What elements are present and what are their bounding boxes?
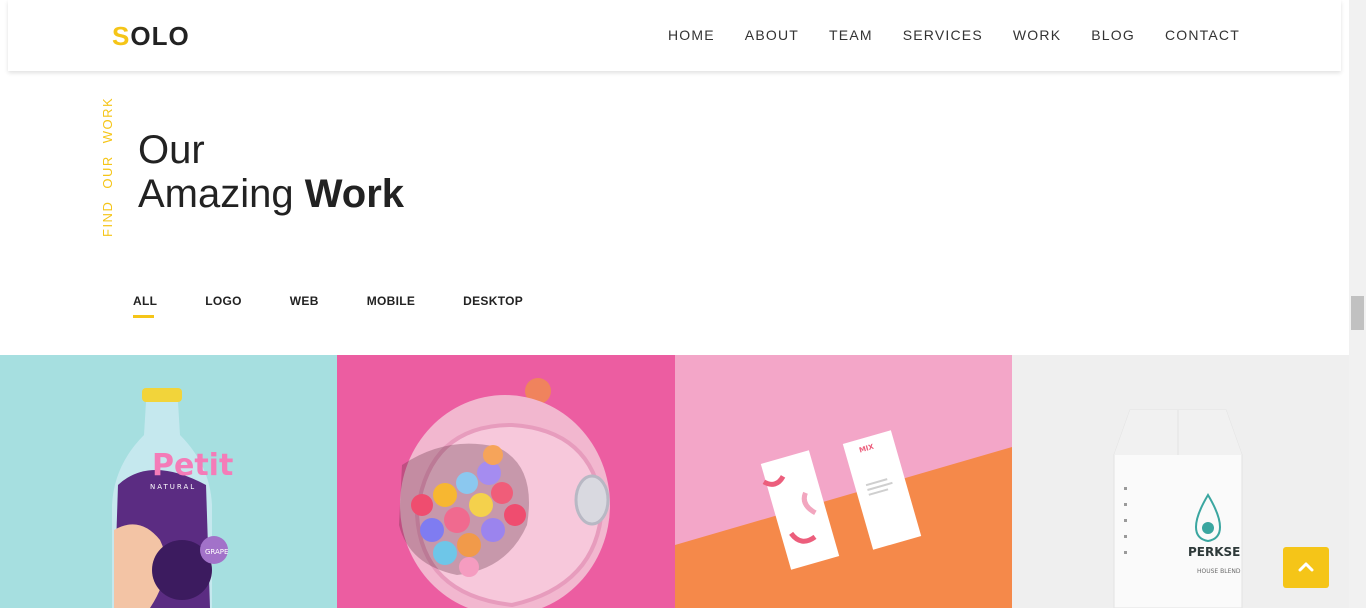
nav-item-services[interactable]: SERVICES xyxy=(903,26,983,44)
vertical-label-word: WORK xyxy=(100,96,115,144)
back-to-top-button[interactable] xyxy=(1283,547,1329,588)
nav-item-contact[interactable]: CONTACT xyxy=(1165,26,1240,44)
vertical-label-word: FIND xyxy=(100,200,115,237)
nav-item-team[interactable]: TEAM xyxy=(829,26,873,44)
title-bold-word: Work xyxy=(304,172,405,216)
nav-item-about[interactable]: ABOUT xyxy=(745,26,799,44)
nav-item-blog[interactable]: BLOG xyxy=(1091,26,1135,44)
logo-text: OLO xyxy=(130,21,190,51)
work-filter-tabs: ALL LOGO WEB MOBILE DESKTOP xyxy=(133,294,571,318)
section-title-line1: Our xyxy=(138,128,205,172)
filter-tab-logo[interactable]: LOGO xyxy=(205,294,242,317)
main-nav: HOME ABOUT TEAM SERVICES WORK BLOG CONTA… xyxy=(638,26,1240,44)
vertical-label-word: OUR xyxy=(100,155,115,189)
filter-tab-web[interactable]: WEB xyxy=(290,294,319,317)
nav-item-home[interactable]: HOME xyxy=(668,26,715,44)
svg-text:HOUSE BLEND: HOUSE BLEND xyxy=(1197,568,1241,575)
business-cards-illustration: MIX xyxy=(675,430,1012,608)
gallery-item-bottle[interactable]: Petit NATURAL GRAPE xyxy=(0,355,337,608)
nav-item-work[interactable]: WORK xyxy=(1013,26,1061,44)
svg-text:GRAPE: GRAPE xyxy=(205,548,228,556)
section-title-line2: Amazing Work xyxy=(138,172,404,216)
scrollbar-thumb[interactable] xyxy=(1351,296,1364,330)
chevron-up-icon xyxy=(1298,559,1314,577)
svg-text:Petit: Petit xyxy=(152,448,233,483)
site-header: SOLO HOME ABOUT TEAM SERVICES WORK BLOG … xyxy=(8,0,1341,71)
section-vertical-label: FIND OUR WORK xyxy=(100,97,115,237)
svg-text:PERKSE: PERKSE xyxy=(1188,545,1240,559)
work-gallery: Petit NATURAL GRAPE MIX PERKSE HOUSE BLE… xyxy=(0,355,1349,608)
logo-accent-letter: S xyxy=(112,21,131,51)
site-logo[interactable]: SOLO xyxy=(112,21,190,51)
filter-tab-desktop[interactable]: DESKTOP xyxy=(463,294,523,317)
gallery-item-helmet[interactable] xyxy=(337,355,675,608)
bottle-illustration: Petit NATURAL GRAPE xyxy=(112,388,233,608)
svg-text:NATURAL: NATURAL xyxy=(150,483,196,491)
filter-tab-all[interactable]: ALL xyxy=(133,294,157,318)
title-light-word: Amazing xyxy=(138,172,294,216)
helmet-illustration xyxy=(399,378,610,608)
filter-tab-mobile[interactable]: MOBILE xyxy=(367,294,415,317)
gallery-item-business-cards[interactable]: MIX xyxy=(675,355,1012,608)
